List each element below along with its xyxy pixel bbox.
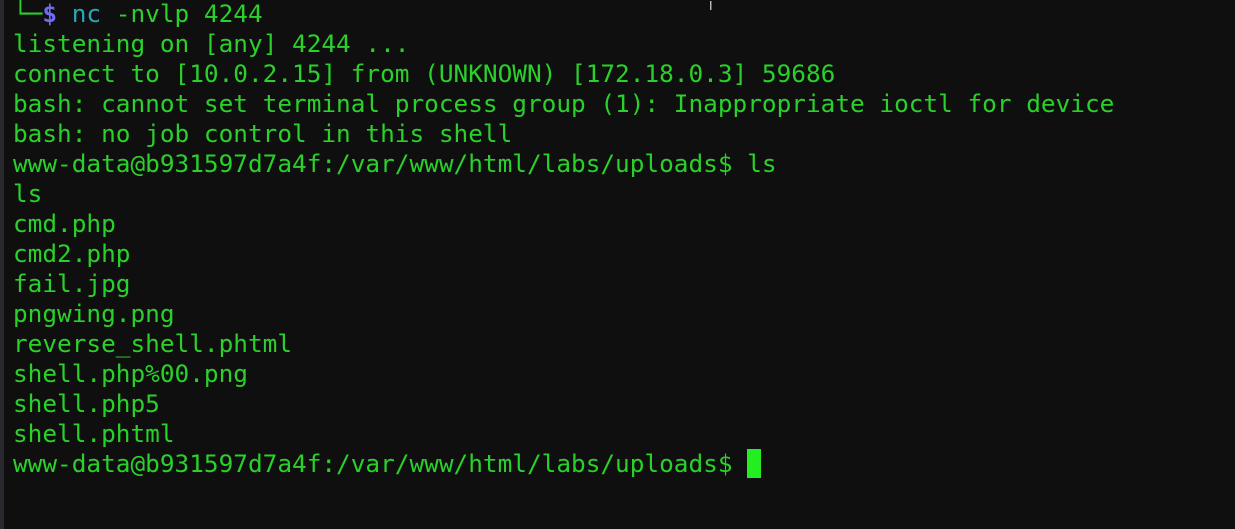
output-line: bash: cannot set terminal process group … <box>13 89 1115 118</box>
block-cursor <box>747 449 762 478</box>
output-line: reverse_shell.phtml <box>13 329 293 358</box>
output-line: cmd2.php <box>13 239 131 268</box>
terminal[interactable]: └─$ nc -nvlp 4244 listening on [any] 424… <box>13 0 1114 479</box>
output-line: shell.phtml <box>13 419 175 448</box>
window-edge <box>0 0 4 529</box>
output-line: cmd.php <box>13 209 116 238</box>
output-line: shell.php5 <box>13 389 160 418</box>
output-line: connect to [10.0.2.15] from (UNKNOWN) [1… <box>13 59 836 88</box>
command-name: nc <box>71 0 102 28</box>
command-args: -nvlp 4244 <box>101 0 263 28</box>
output-line: fail.jpg <box>13 269 131 298</box>
output-line: shell.php%00.png <box>13 359 248 388</box>
output-line: pngwing.png <box>13 299 175 328</box>
output-line: www-data@b931597d7a4f:/var/www/html/labs… <box>13 149 777 178</box>
prompt-symbol: $ <box>42 0 58 28</box>
shell-prompt: www-data@b931597d7a4f:/var/www/html/labs… <box>13 449 748 478</box>
output-line: listening on [any] 4244 ... <box>13 29 410 58</box>
output-line: bash: no job control in this shell <box>13 119 513 148</box>
output-line: ls <box>13 179 43 208</box>
prompt-corner: └─ <box>13 0 43 28</box>
current-prompt-line[interactable]: www-data@b931597d7a4f:/var/www/html/labs… <box>13 449 1114 479</box>
prompt-line: └─$ nc -nvlp 4244 <box>13 0 1114 29</box>
